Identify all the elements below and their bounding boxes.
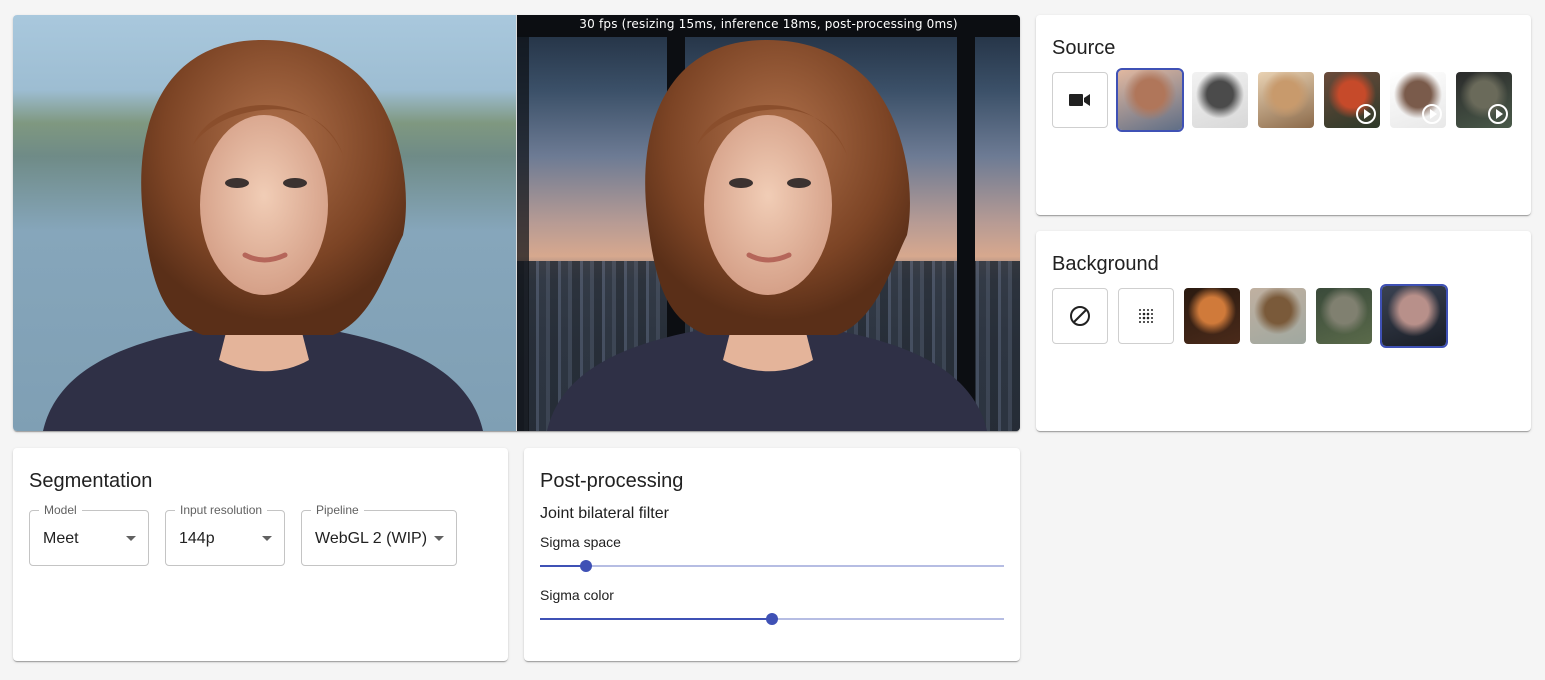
source-thumbnail[interactable] (1390, 72, 1446, 128)
no-background-icon (1070, 306, 1090, 326)
slider-thumb[interactable] (580, 560, 593, 572)
background-title: Background (1052, 253, 1159, 275)
blur-icon (1139, 309, 1153, 323)
input-resolution-value: 144p (179, 530, 215, 547)
source-thumbnail[interactable] (1116, 68, 1184, 132)
background-thumbnail[interactable] (1380, 284, 1448, 348)
pipeline-value: WebGL 2 (WIP) (315, 530, 428, 547)
post-processing-title: Post-processing (540, 470, 684, 492)
slider-thumb[interactable] (766, 613, 778, 625)
chevron-down-icon (126, 536, 136, 541)
input-resolution-label: Input resolution (175, 503, 268, 517)
background-thumbnails (1052, 284, 1448, 348)
pipeline-select[interactable]: Pipeline WebGL 2 (WIP) (301, 503, 457, 566)
slider-track (540, 618, 772, 620)
segmentation-title: Segmentation (29, 470, 153, 492)
background-thumbnail[interactable] (1316, 288, 1372, 344)
model-label: Model (39, 503, 82, 517)
source-thumbnails (1052, 68, 1512, 132)
blur-background-button[interactable] (1118, 288, 1174, 344)
play-icon (1488, 104, 1508, 124)
post-processing-card: Post-processing Joint bilateral filter S… (524, 448, 1020, 661)
output-preview (517, 15, 1020, 431)
play-icon (1422, 104, 1442, 124)
video-camera-icon (1069, 94, 1090, 106)
source-card: Source (1036, 15, 1531, 215)
chevron-down-icon (434, 536, 444, 541)
source-preview (13, 15, 516, 431)
source-thumbnail[interactable] (1324, 72, 1380, 128)
output-person-image (547, 40, 987, 431)
background-thumbnail[interactable] (1184, 288, 1240, 344)
slider-rail (540, 565, 1004, 567)
source-person-image (43, 40, 483, 431)
chevron-down-icon (262, 536, 272, 541)
source-thumbnail[interactable] (1258, 72, 1314, 128)
segmentation-card: Segmentation Model Meet Input resolution… (13, 448, 508, 661)
video-viewer: 30 fps (resizing 15ms, inference 18ms, p… (13, 15, 1020, 431)
source-thumbnail[interactable] (1456, 72, 1512, 128)
source-title: Source (1052, 37, 1116, 59)
sigma-color-label: Sigma color (540, 587, 614, 603)
pipeline-label: Pipeline (311, 503, 364, 517)
background-thumbnail[interactable] (1250, 288, 1306, 344)
model-select[interactable]: Model Meet (29, 503, 149, 566)
fps-readout: 30 fps (resizing 15ms, inference 18ms, p… (579, 17, 958, 31)
sigma-space-label: Sigma space (540, 534, 621, 550)
source-thumbnail[interactable] (1192, 72, 1248, 128)
background-card: Background (1036, 231, 1531, 431)
sigma-space-slider[interactable] (540, 558, 1004, 574)
model-value: Meet (43, 530, 79, 547)
sigma-color-slider[interactable] (540, 611, 1004, 627)
play-icon (1356, 104, 1376, 124)
joint-bilateral-filter-title: Joint bilateral filter (540, 505, 669, 522)
input-resolution-select[interactable]: Input resolution 144p (165, 503, 285, 566)
camera-source-button[interactable] (1052, 72, 1108, 128)
no-background-button[interactable] (1052, 288, 1108, 344)
